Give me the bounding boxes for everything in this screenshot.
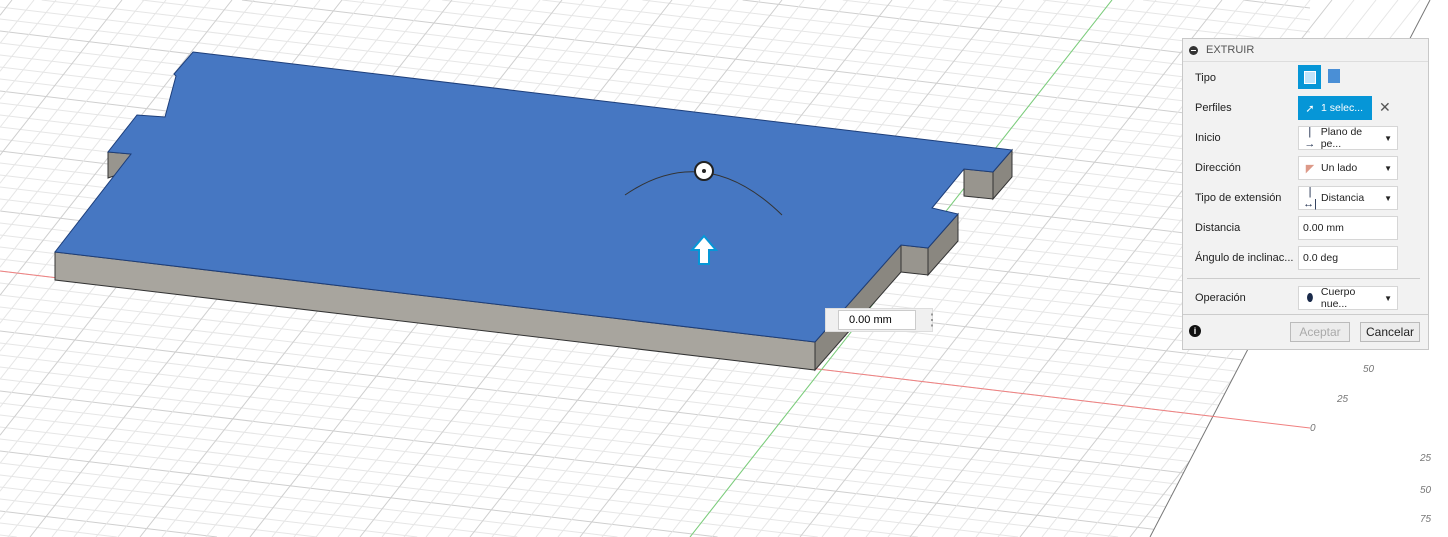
one-side-icon: ◤ (1305, 162, 1315, 175)
operacion-label: Operación (1195, 292, 1246, 304)
axis-label: 75 (1420, 514, 1432, 525)
grid-line (0, 498, 318, 537)
perfiles-label: Perfiles (1195, 102, 1232, 114)
type-solid-button[interactable] (1298, 65, 1321, 89)
axis-label: 25 (1419, 453, 1432, 464)
new-body-icon: ⬮ (1306, 291, 1314, 304)
footer-divider (1183, 314, 1428, 315)
chevron-down-icon: ▼ (1384, 193, 1392, 203)
cancel-button[interactable]: Cancelar (1360, 322, 1420, 342)
grid-line (1143, 0, 1311, 21)
accept-button[interactable]: Aceptar (1290, 322, 1350, 342)
grid-line (0, 0, 35, 44)
direction-select[interactable]: ◤ Un lado ▼ (1298, 156, 1398, 180)
tipo-label: Tipo (1195, 72, 1216, 84)
dimension-input-box: ⋮ (825, 308, 940, 332)
collapse-icon[interactable] (1189, 45, 1198, 55)
tipo-extension-label: Tipo de extensión (1195, 192, 1282, 204)
profiles-selection[interactable]: ➚ 1 selec... (1298, 96, 1372, 120)
more-options-icon[interactable]: ⋮ (924, 310, 940, 330)
grid-line (0, 462, 618, 537)
grid-line (0, 390, 1219, 537)
grid-line (0, 354, 1311, 513)
chevron-down-icon: ▼ (1384, 293, 1392, 303)
grid-line (1243, 0, 1311, 9)
info-icon[interactable]: i (1189, 325, 1201, 337)
angulo-label: Ángulo de inclinac... (1195, 252, 1294, 264)
notch-wall (963, 168, 994, 200)
operation-select[interactable]: ⬮ Cuerpo nue... ▼ (1298, 286, 1398, 310)
inicio-label: Inicio (1195, 132, 1221, 144)
grid-line (0, 426, 918, 537)
axis-label: 50 (1363, 364, 1375, 375)
distance-input[interactable]: 0.00 mm (1298, 216, 1398, 240)
grid-line (0, 474, 518, 537)
panel-title: EXTRUIR (1206, 44, 1255, 56)
grid-line (1042, 0, 1311, 33)
solid-extrude-icon (1303, 70, 1316, 84)
grid-line (0, 414, 1019, 537)
grid-line (0, 486, 418, 537)
chevron-down-icon: ▼ (1384, 133, 1392, 143)
grid-line (0, 438, 818, 537)
cursor-icon: ➚ (1305, 102, 1315, 115)
axis-label: 50 (1420, 485, 1432, 496)
axis-label: 0 (1310, 423, 1316, 434)
grid-line (0, 0, 101, 128)
extrude-panel: EXTRUIR Tipo Perfiles ➚ 1 selec... ✕ Inic… (1182, 38, 1429, 350)
dimension-input[interactable] (838, 310, 916, 330)
axis-label: 25 (1336, 394, 1349, 405)
extent-type-select[interactable]: |↔| Distancia ▼ (1298, 186, 1398, 210)
notch-wall (900, 244, 929, 276)
taper-angle-input[interactable]: 0.0 deg (1298, 246, 1398, 270)
grid-line (0, 0, 79, 100)
profile-plane-icon: |→ (1304, 126, 1316, 150)
type-thin-button[interactable] (1328, 69, 1340, 83)
grid-line (0, 378, 1311, 537)
grid-line (0, 342, 1311, 501)
direccion-label: Dirección (1195, 162, 1241, 174)
chevron-down-icon: ▼ (1384, 163, 1392, 173)
distance-icon: |↔| (1303, 186, 1317, 210)
distancia-label: Distancia (1195, 222, 1241, 234)
clear-selection-icon[interactable]: ✕ (1379, 99, 1391, 116)
start-select[interactable]: |→ Plano de pe... ▼ (1298, 126, 1398, 150)
divider (1187, 278, 1420, 279)
grid-line (0, 0, 123, 156)
